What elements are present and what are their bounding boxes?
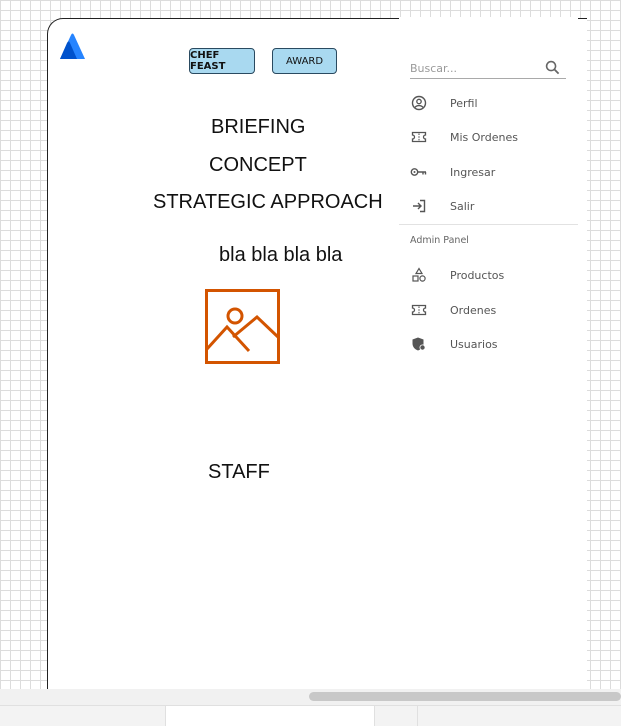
body-text: bla bla bla bla — [219, 244, 343, 266]
menu-item-label: Salir — [450, 199, 475, 213]
side-drawer: Perfil Mis Ordenes Ingresar Salir Admin … — [399, 17, 578, 687]
strategic-approach-heading: STRATEGIC APPROACH — [153, 191, 383, 213]
search-icon[interactable] — [545, 60, 560, 75]
chef-feast-button[interactable]: CHEF FEAST — [189, 48, 255, 74]
concept-heading: CONCEPT — [209, 154, 307, 176]
menu-item-label: Productos — [450, 268, 505, 282]
key-icon — [410, 163, 428, 181]
menu-item-perfil[interactable]: Perfil — [399, 86, 578, 120]
briefing-heading: BRIEFING — [211, 116, 306, 138]
admin-panel-label: Admin Panel — [410, 235, 469, 246]
award-button[interactable]: AWARD — [272, 48, 337, 74]
account-circle-icon — [410, 94, 428, 112]
menu-item-label: Perfil — [450, 96, 478, 110]
menu-item-label: Ordenes — [450, 303, 497, 317]
image-placeholder-icon[interactable] — [205, 289, 280, 364]
menu-item-salir[interactable]: Salir — [399, 189, 578, 223]
bottom-tab[interactable] — [165, 706, 375, 726]
menu-item-label: Mis Ordenes — [450, 130, 518, 144]
scrollbar-thumb[interactable] — [309, 692, 621, 701]
bottom-divider — [417, 706, 418, 726]
logout-icon — [410, 197, 428, 215]
atlassian-logo-icon[interactable] — [54, 26, 90, 62]
menu-divider — [399, 224, 578, 225]
ticket-icon — [410, 128, 428, 146]
menu-item-usuarios[interactable]: Usuarios — [399, 327, 578, 361]
menu-item-mis-ordenes[interactable]: Mis Ordenes — [399, 120, 578, 154]
search-bar — [410, 57, 566, 79]
admin-shield-icon — [410, 335, 428, 353]
search-input[interactable] — [410, 59, 540, 77]
category-icon — [410, 266, 428, 284]
menu-item-label: Usuarios — [450, 337, 498, 351]
menu-item-productos[interactable]: Productos — [399, 258, 578, 292]
menu-item-label: Ingresar — [450, 165, 496, 179]
ticket-icon — [410, 301, 428, 319]
menu-item-ingresar[interactable]: Ingresar — [399, 155, 578, 189]
menu-item-ordenes[interactable]: Ordenes — [399, 293, 578, 327]
staff-heading: STAFF — [208, 461, 270, 483]
